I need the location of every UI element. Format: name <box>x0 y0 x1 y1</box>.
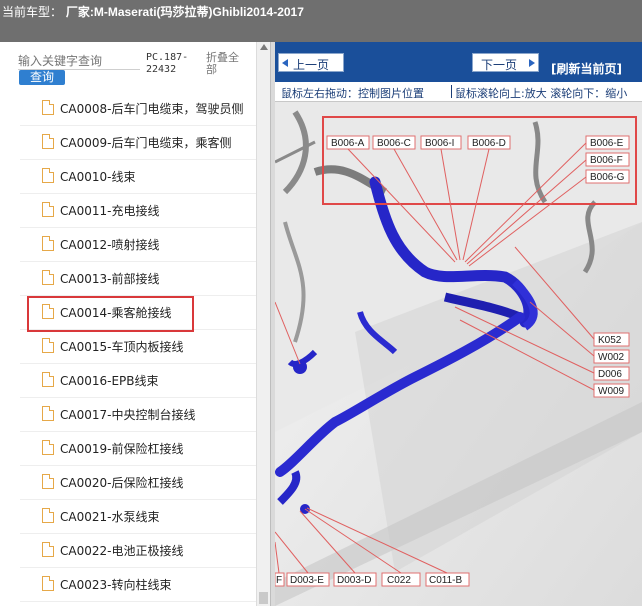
connector-label[interactable]: C022 <box>387 575 411 586</box>
tree-item-label: CA0020-后保险杠接线 <box>60 476 184 490</box>
document-icon <box>42 406 54 421</box>
connector-label[interactable]: B006-C <box>377 138 411 149</box>
tree-item-label: CA0016-EPB线束 <box>60 374 159 388</box>
tree-item[interactable]: CA0012-喷射接线 <box>20 228 256 262</box>
search-area: 查询 PC.187-22432 折叠全部 <box>0 42 256 92</box>
tree-item[interactable]: CA0019-前保险杠接线 <box>20 432 256 466</box>
vehicle-label: 厂家:M-Maserati(玛莎拉蒂)Ghibli2014-2017 <box>65 5 304 19</box>
tree-item[interactable]: CA0008-后车门电缆束，驾驶员侧 <box>20 92 256 126</box>
next-page-label: 下一页 <box>481 58 518 72</box>
document-icon <box>42 236 54 251</box>
prev-page-button[interactable]: 上一页 <box>278 53 344 72</box>
title-bar: 当前车型： 厂家:M-Maserati(玛莎拉蒂)Ghibli2014-2017 <box>0 0 642 42</box>
tree-item[interactable]: CA0020-后保险杠接线 <box>20 466 256 500</box>
connector-label[interactable]: C011-B <box>429 575 462 586</box>
wiring-diagram-canvas: B006-A B006-C B006-I B006-D B006-E B006-… <box>275 102 642 606</box>
tree-item-label: CA0023-转向柱线束 <box>60 578 172 592</box>
refresh-page-link[interactable]: [刷新当前页] <box>551 60 622 77</box>
hint-drag: 鼠标左右拖动：控制图片位置 <box>281 87 424 100</box>
tree-item-label: CA0014-乘客舱接线 <box>60 306 172 320</box>
document-icon <box>42 508 54 523</box>
scrollbar-thumb[interactable] <box>259 592 268 604</box>
hint-scroll: 鼠标滚轮向上:放大 滚轮向下：缩小 <box>455 87 628 100</box>
connector-label[interactable]: B006-E <box>590 138 624 149</box>
wiring-diagram[interactable]: B006-A B006-C B006-I B006-D B006-E B006-… <box>275 102 642 606</box>
document-icon <box>42 134 54 149</box>
next-page-button[interactable]: 下一页 <box>472 53 539 72</box>
document-icon <box>42 474 54 489</box>
tree-item[interactable]: CA0017-中央控制台接线 <box>20 398 256 432</box>
connector-label[interactable]: B006-F <box>590 155 623 166</box>
document-icon <box>42 100 54 115</box>
tree-item[interactable]: CA0022-电池正极接线 <box>20 534 256 568</box>
document-icon <box>42 304 54 319</box>
tree-list: CA0008-后车门电缆束，驾驶员侧 CA0009-后车门电缆束，乘客侧 CA0… <box>20 92 256 602</box>
left-scrollbar[interactable] <box>256 42 270 606</box>
connector-label[interactable]: B006-D <box>472 138 506 149</box>
code-label: PC.187-22432 <box>146 52 189 75</box>
arrow-right-icon <box>529 59 535 67</box>
document-icon <box>42 372 54 387</box>
connector-label[interactable]: W009 <box>598 386 625 397</box>
connector-label[interactable]: D006 <box>598 369 622 380</box>
page-nav-bar: 上一页 下一页 [刷新当前页] <box>275 42 642 82</box>
vehicle-prefix: 当前车型： <box>2 5 63 19</box>
tree-item-label: CA0019-前保险杠接线 <box>60 442 184 456</box>
tree-item-label: CA0013-前部接线 <box>60 272 160 286</box>
document-icon <box>42 542 54 557</box>
document-icon <box>42 440 54 455</box>
document-icon <box>42 168 54 183</box>
collapse-all-button[interactable]: 折叠全部 <box>206 52 246 76</box>
document-icon <box>42 202 54 217</box>
search-button[interactable]: 查询 <box>19 70 65 85</box>
tree-item[interactable]: CA0013-前部接线 <box>20 262 256 296</box>
hint-bar: 鼠标左右拖动：控制图片位置 鼠标滚轮向上:放大 滚轮向下：缩小 <box>275 82 642 102</box>
connector-label[interactable]: W002 <box>598 352 625 363</box>
scroll-up-arrow-icon[interactable] <box>260 44 268 50</box>
connector-label[interactable]: K052 <box>598 335 622 346</box>
tree-item[interactable]: CA0016-EPB线束 <box>20 364 256 398</box>
document-icon <box>42 270 54 285</box>
tree-item-label: CA0021-水泵线束 <box>60 510 160 524</box>
left-panel: 查询 PC.187-22432 折叠全部 CA0008-后车门电缆束，驾驶员侧 … <box>0 42 272 606</box>
tree-item-label: CA0017-中央控制台接线 <box>60 408 196 422</box>
connector-label[interactable]: D003-D <box>337 575 371 586</box>
connector-label[interactable]: F <box>276 575 282 586</box>
tree-item-label: CA0008-后车门电缆束，驾驶员侧 <box>60 102 244 116</box>
prev-page-label: 上一页 <box>293 58 330 72</box>
document-icon <box>42 338 54 353</box>
vehicle-info: 当前车型： 厂家:M-Maserati(玛莎拉蒂)Ghibli2014-2017 <box>2 3 304 20</box>
tree-item-label: CA0012-喷射接线 <box>60 238 160 252</box>
tree-item[interactable]: CA0011-充电接线 <box>20 194 256 228</box>
connector-label[interactable]: D003-E <box>290 575 324 586</box>
tree-item-label: CA0022-电池正极接线 <box>60 544 184 558</box>
tree-item[interactable]: CA0021-水泵线束 <box>20 500 256 534</box>
tree-item-selected[interactable]: CA0014-乘客舱接线 <box>20 296 256 332</box>
tree-item-label: CA0010-线束 <box>60 170 136 184</box>
tree-item-label: CA0009-后车门电缆束，乘客侧 <box>60 136 232 150</box>
tree-item[interactable]: CA0015-车顶内板接线 <box>20 330 256 364</box>
connector-label[interactable]: B006-G <box>590 172 625 183</box>
tree-item[interactable]: CA0023-转向柱线束 <box>20 568 256 602</box>
search-input[interactable] <box>18 52 140 70</box>
arrow-left-icon <box>282 59 288 67</box>
tree-item-label: CA0015-车顶内板接线 <box>60 340 184 354</box>
tree-item[interactable]: CA0010-线束 <box>20 160 256 194</box>
connector-label[interactable]: B006-A <box>331 138 365 149</box>
tree-item-label: CA0011-充电接线 <box>60 204 160 218</box>
document-icon <box>42 576 54 591</box>
tree-item[interactable]: CA0009-后车门电缆束，乘客侧 <box>20 126 256 160</box>
connector-label[interactable]: B006-I <box>425 138 454 149</box>
hint-separator <box>451 85 452 98</box>
right-panel: 上一页 下一页 [刷新当前页] 鼠标左右拖动：控制图片位置 鼠标滚轮向上:放大 … <box>275 42 642 606</box>
